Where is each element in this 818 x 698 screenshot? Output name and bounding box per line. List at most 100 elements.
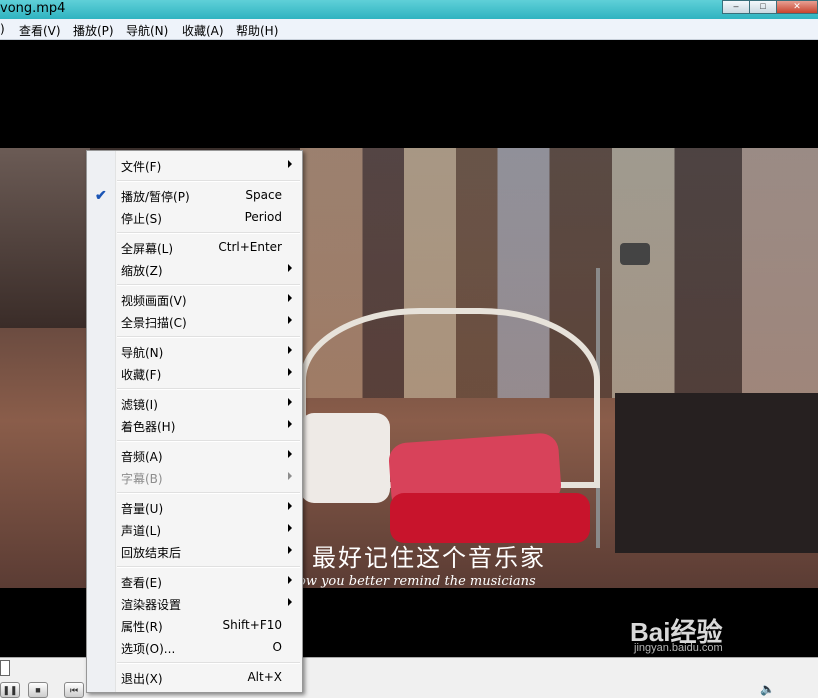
submenu-arrow-icon bbox=[288, 524, 292, 532]
submenu-arrow-icon bbox=[288, 420, 292, 428]
submenu-arrow-icon bbox=[288, 546, 292, 554]
context-menu-item: 字幕(B) bbox=[87, 467, 302, 489]
floor-lamp-head bbox=[620, 243, 650, 265]
title-bar: vong.mp4 – □ ✕ bbox=[0, 0, 818, 19]
context-menu-item[interactable]: 查看(E) bbox=[87, 571, 302, 593]
context-menu-item-shortcut: O bbox=[272, 640, 282, 654]
checkmark-icon: ✔ bbox=[95, 187, 107, 203]
menu-bar: ) 查看(V) 播放(P) 导航(N) 收藏(A) 帮助(H) bbox=[0, 19, 818, 40]
volume-icon[interactable]: 🔈 bbox=[760, 682, 775, 696]
menu-item-navigate[interactable]: 导航(N) bbox=[126, 22, 168, 39]
subtitle-chinese: 最好记住这个音乐家 bbox=[312, 544, 546, 572]
context-menu-item[interactable]: 滤镜(I) bbox=[87, 393, 302, 415]
close-icon[interactable]: ✕ bbox=[776, 0, 818, 14]
context-menu-item-shortcut: Ctrl+Enter bbox=[218, 240, 282, 254]
context-menu-item[interactable]: 选项(O)... O bbox=[87, 637, 302, 659]
context-menu-item[interactable]: 声道(L) bbox=[87, 519, 302, 541]
context-menu-item-label: 收藏(F) bbox=[121, 368, 162, 382]
wall-decor-left bbox=[0, 148, 90, 328]
context-menu-item-label: 着色器(H) bbox=[121, 420, 176, 434]
menu-separator bbox=[117, 566, 300, 568]
menu-separator bbox=[117, 492, 300, 494]
context-menu-item[interactable]: 全景扫描(C) bbox=[87, 311, 302, 333]
context-menu-item[interactable]: 文件(F) bbox=[87, 155, 302, 177]
context-menu-item-label: 导航(N) bbox=[121, 346, 164, 360]
context-menu-item-shortcut: Period bbox=[244, 210, 282, 224]
menu-item-play[interactable]: 播放(P) bbox=[73, 22, 114, 39]
previous-icon[interactable]: ⏮ bbox=[64, 682, 84, 698]
context-menu-item-label: 全屏幕(L) bbox=[121, 242, 174, 256]
context-menu-item-label: 滤镜(I) bbox=[121, 398, 158, 412]
stop-icon[interactable]: ■ bbox=[28, 682, 48, 698]
window-title: vong.mp4 bbox=[0, 1, 66, 16]
submenu-arrow-icon bbox=[288, 502, 292, 510]
dark-furniture bbox=[615, 393, 818, 553]
menu-separator bbox=[117, 662, 300, 664]
menu-separator bbox=[117, 336, 300, 338]
context-menu-item-shortcut: Shift+F10 bbox=[222, 618, 282, 632]
context-menu-item[interactable]: 音量(U) bbox=[87, 497, 302, 519]
submenu-arrow-icon bbox=[288, 576, 292, 584]
submenu-arrow-icon bbox=[288, 316, 292, 324]
context-menu-item-label: 音频(A) bbox=[121, 450, 163, 464]
menu-separator bbox=[117, 180, 300, 182]
context-menu-item-label: 回放结束后 bbox=[121, 546, 182, 560]
maximize-icon[interactable]: □ bbox=[749, 0, 777, 14]
submenu-arrow-icon bbox=[288, 346, 292, 354]
context-menu-item-label: 停止(S) bbox=[121, 212, 162, 226]
context-menu-item-label: 查看(E) bbox=[121, 576, 162, 590]
submenu-arrow-icon bbox=[288, 368, 292, 376]
submenu-arrow-icon bbox=[288, 294, 292, 302]
menu-separator bbox=[117, 284, 300, 286]
context-menu-item-label: 渲染器设置 bbox=[121, 598, 182, 612]
context-menu-item[interactable]: ✔ 播放/暂停(P) Space bbox=[87, 185, 302, 207]
context-menu-item[interactable]: 全屏幕(L) Ctrl+Enter bbox=[87, 237, 302, 259]
context-menu-item[interactable]: 缩放(Z) bbox=[87, 259, 302, 281]
context-menu-item[interactable]: 回放结束后 bbox=[87, 541, 302, 563]
context-menu: 文件(F) ✔ 播放/暂停(P) Space 停止(S) Period 全屏幕(L) Ctrl… bbox=[86, 150, 303, 693]
white-pillow bbox=[300, 413, 390, 503]
context-menu-item[interactable]: 视频画面(V) bbox=[87, 289, 302, 311]
context-menu-item-label: 音量(U) bbox=[121, 502, 164, 516]
minimize-icon[interactable]: – bbox=[722, 0, 750, 14]
context-menu-item-shortcut: Alt+X bbox=[247, 670, 282, 684]
context-menu-item-label: 视频画面(V) bbox=[121, 294, 187, 308]
submenu-arrow-icon bbox=[288, 398, 292, 406]
context-menu-item-label: 文件(F) bbox=[121, 160, 162, 174]
submenu-arrow-icon bbox=[288, 160, 292, 168]
watermark-url: jingyan.baidu.com bbox=[634, 642, 723, 654]
context-menu-item-label: 选项(O)... bbox=[121, 642, 176, 656]
context-menu-item-label: 属性(R) bbox=[121, 620, 163, 634]
context-menu-item-label: 声道(L) bbox=[121, 524, 162, 538]
menu-separator bbox=[117, 232, 300, 234]
context-menu-item-label: 退出(X) bbox=[121, 672, 163, 686]
subtitle-english: ow you better remind the musicians bbox=[298, 574, 536, 589]
menu-separator bbox=[117, 388, 300, 390]
context-menu-item[interactable]: 音频(A) bbox=[87, 445, 302, 467]
menu-item-file-partial[interactable]: ) bbox=[0, 22, 5, 36]
context-menu-item-label: 缩放(Z) bbox=[121, 264, 163, 278]
context-menu-item[interactable]: 着色器(H) bbox=[87, 415, 302, 437]
menu-item-help[interactable]: 帮助(H) bbox=[236, 22, 278, 39]
menu-item-favorites[interactable]: 收藏(A) bbox=[182, 22, 224, 39]
pause-icon[interactable]: ❚❚ bbox=[0, 682, 20, 698]
context-menu-item[interactable]: 退出(X) Alt+X bbox=[87, 667, 302, 689]
red-cushion bbox=[390, 493, 590, 543]
seek-bar[interactable] bbox=[0, 660, 10, 676]
context-menu-item[interactable]: 渲染器设置 bbox=[87, 593, 302, 615]
window-controls: – □ ✕ bbox=[722, 0, 818, 14]
submenu-arrow-icon bbox=[288, 264, 292, 272]
submenu-arrow-icon bbox=[288, 450, 292, 458]
context-menu-item-label: 播放/暂停(P) bbox=[121, 190, 190, 204]
menu-item-view[interactable]: 查看(V) bbox=[19, 22, 61, 39]
context-menu-item[interactable]: 停止(S) Period bbox=[87, 207, 302, 229]
menu-separator bbox=[117, 440, 300, 442]
context-menu-item-label: 全景扫描(C) bbox=[121, 316, 187, 330]
context-menu-item[interactable]: 属性(R) Shift+F10 bbox=[87, 615, 302, 637]
context-menu-item-label: 字幕(B) bbox=[121, 472, 163, 486]
submenu-arrow-icon bbox=[288, 472, 292, 480]
context-menu-item[interactable]: 导航(N) bbox=[87, 341, 302, 363]
context-menu-item[interactable]: 收藏(F) bbox=[87, 363, 302, 385]
context-menu-item-shortcut: Space bbox=[245, 188, 282, 202]
submenu-arrow-icon bbox=[288, 598, 292, 606]
